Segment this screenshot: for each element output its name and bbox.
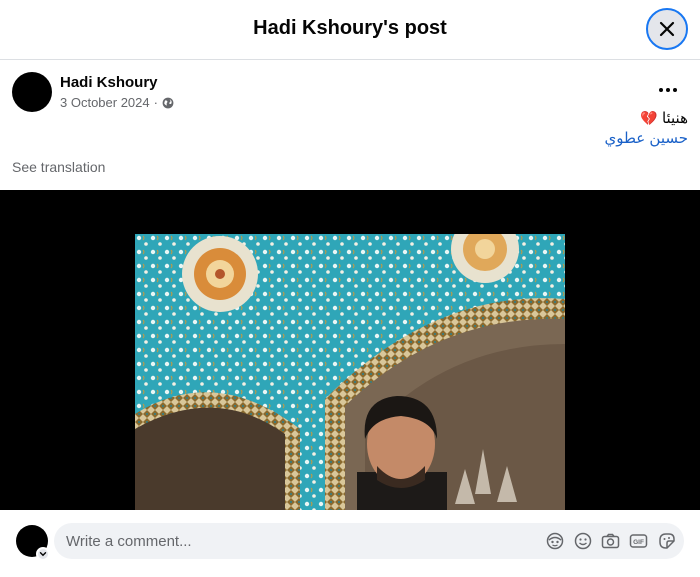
profile-switch-button[interactable] (36, 547, 50, 561)
camera-icon[interactable] (601, 531, 620, 550)
caption-text: هنيئا (661, 110, 688, 127)
close-icon (659, 21, 675, 37)
post-meta: 3 October 2024 · (60, 95, 174, 110)
more-options-icon (659, 88, 677, 92)
mention-link[interactable]: حسين عطوي (604, 129, 688, 149)
broken-heart-emoji: 💔 (640, 110, 658, 126)
author-name[interactable]: Hadi Kshoury (60, 74, 158, 91)
more-options-button[interactable] (656, 80, 680, 100)
meta-separator: · (153, 95, 158, 110)
post-date[interactable]: 3 October 2024 (60, 95, 150, 110)
sticker-icon[interactable] (657, 531, 676, 550)
gif-icon[interactable]: GIF (629, 531, 648, 550)
dialog-title: Hadi Kshoury's post (253, 17, 447, 39)
emoji-icon[interactable] (573, 531, 592, 550)
avatar-sticker-icon[interactable] (545, 531, 564, 550)
author-avatar[interactable] (12, 72, 52, 112)
see-translation-link[interactable]: See translation (12, 159, 105, 175)
comment-composer: GIF (0, 510, 700, 577)
post-media[interactable] (0, 190, 700, 510)
dialog-header: Hadi Kshoury's post (0, 0, 700, 60)
comment-input[interactable] (66, 523, 536, 559)
comment-tools: GIF (545, 531, 676, 550)
comment-box[interactable]: GIF (54, 523, 684, 559)
close-button[interactable] (646, 8, 688, 50)
post-header: Hadi Kshoury 3 October 2024 · هنيئا 💔 حس… (0, 60, 700, 190)
photo-image (135, 234, 565, 510)
svg-text:GIF: GIF (633, 539, 644, 546)
post-photo[interactable] (135, 234, 565, 510)
chevron-down-icon (39, 552, 47, 557)
post-caption: هنيئا 💔 حسين عطوي (604, 108, 688, 149)
globe-icon[interactable] (162, 97, 174, 109)
